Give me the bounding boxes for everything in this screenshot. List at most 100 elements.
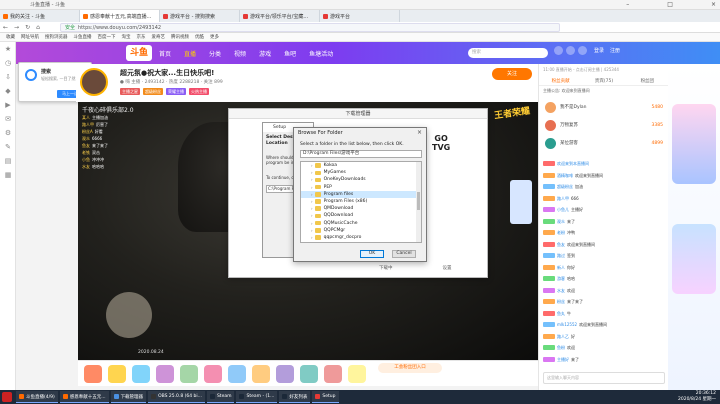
expand-arrow-icon[interactable]: › <box>311 169 313 176</box>
folder-item[interactable]: › QQDownload <box>301 212 421 219</box>
bookmark-item[interactable]: 百度一下 <box>98 34 116 40</box>
note-icon[interactable]: ▤ <box>0 154 16 168</box>
folder-item[interactable]: › MyGames <box>301 169 421 176</box>
bookmark-item[interactable]: 收藏 <box>6 34 15 40</box>
gift-icon[interactable] <box>276 364 294 383</box>
gift-icon[interactable] <box>180 364 198 383</box>
mail-icon[interactable]: ✉ <box>0 112 16 126</box>
folder-item[interactable]: › Program files <box>301 190 421 198</box>
room-tag[interactable]: 火热主播 <box>189 88 209 95</box>
start-button[interactable] <box>2 392 12 402</box>
browser-tab[interactable]: 感恩奉献十五元,高端直播... <box>80 10 160 22</box>
room-tag[interactable]: 主播之星 <box>120 88 140 95</box>
settings-icon[interactable]: ⚙ <box>0 126 16 140</box>
expand-arrow-icon[interactable]: › <box>311 234 313 241</box>
bookmark-item[interactable]: 爱奇艺 <box>152 34 166 40</box>
nav-item[interactable]: 鱼塘活动 <box>309 49 333 58</box>
rank-tab[interactable]: 贵宾(75) <box>582 78 625 84</box>
back-icon[interactable]: ← <box>3 24 8 31</box>
expand-arrow-icon[interactable]: › <box>311 191 313 198</box>
browser-tab[interactable]: 游戏平台/领乐平台/宝藏... <box>240 10 320 22</box>
download-settings[interactable]: 设置 <box>443 265 452 271</box>
side-promo[interactable] <box>510 180 532 224</box>
expand-arrow-icon[interactable]: › <box>311 212 313 219</box>
chat-username[interactable]: 老粉 <box>557 227 565 239</box>
rank-row[interactable]: 万物复苏 3385 <box>539 116 669 134</box>
chat-input[interactable]: 这里输入聊天内容 <box>543 372 665 384</box>
login-link[interactable]: 登录 <box>594 47 604 54</box>
douyu-logo[interactable]: 斗鱼 <box>126 45 152 61</box>
history-icon[interactable]: ◷ <box>0 56 16 70</box>
ad-banner-top[interactable] <box>672 104 716 184</box>
folder-item[interactable]: › QQPCMgr <box>301 227 421 234</box>
taskbar-item[interactable]: 斗鱼直播(4/9) <box>16 391 58 403</box>
gift-icon[interactable] <box>252 364 270 383</box>
folder-path-field[interactable]: D:\Program Files\游戏平台 <box>300 150 422 158</box>
expand-arrow-icon[interactable]: › <box>311 176 313 183</box>
taskbar-item[interactable]: Steam <box>206 391 235 403</box>
expand-arrow-icon[interactable]: › <box>311 205 313 212</box>
anchor-avatar[interactable] <box>80 68 108 96</box>
folder-item[interactable]: › Program Files (x86) <box>301 198 421 205</box>
folder-item[interactable]: › QMDownload <box>301 205 421 212</box>
chat-username[interactable]: 鱼粉 <box>557 342 565 354</box>
chat-username[interactable]: mlk12552 <box>557 319 577 331</box>
douyu-search-input[interactable]: 搜索 <box>468 48 548 58</box>
home-icon[interactable]: ⌂ <box>36 24 40 31</box>
subscribe-hint[interactable]: 11:00 直播开始 - 点击订阅主播 | 425344 <box>543 67 619 73</box>
message-icon[interactable] <box>578 46 587 55</box>
taskbar-item[interactable]: OBS 25.0.8 (64 bi... <box>148 391 205 403</box>
nav-item[interactable]: 首页 <box>159 49 171 58</box>
gift-icon[interactable] <box>300 364 318 383</box>
taskbar-item[interactable]: 感恩奉献十五元... <box>59 391 109 403</box>
folder-item[interactable]: › QQMusicCache <box>301 220 421 227</box>
expand-arrow-icon[interactable]: › <box>311 198 313 205</box>
chat-username[interactable]: 路人乙 <box>557 331 569 343</box>
folder-item[interactable]: › PEP <box>301 184 421 191</box>
chat-username[interactable]: 水友 <box>557 285 565 297</box>
bookmark-item[interactable]: 更多 <box>210 34 219 40</box>
chat-username[interactable]: 观众 <box>557 216 565 228</box>
history-icon[interactable] <box>554 46 563 55</box>
star-icon[interactable]: ★ <box>0 42 16 56</box>
rank-row[interactable]: 某位游客 4899 <box>539 134 669 152</box>
chat-username[interactable]: 粉丝 <box>557 296 565 308</box>
browser-tab[interactable]: 我的关注 - 斗鱼 <box>0 10 80 22</box>
forward-icon[interactable]: → <box>14 24 19 31</box>
browser-tab[interactable]: 游戏平台 - 搜狗搜索 <box>160 10 240 22</box>
bookmark-item[interactable]: 网址导航 <box>21 34 39 40</box>
gift-icon[interactable] <box>84 364 102 383</box>
nav-item[interactable]: 直播 <box>184 49 196 58</box>
chat-username[interactable]: 主播好 <box>557 354 569 366</box>
tool-icon[interactable]: ✎ <box>0 140 16 154</box>
rank-row[interactable]: 我不是Dylan 5480 <box>539 98 669 116</box>
taskbar-item[interactable]: 下载管理器 <box>110 391 147 403</box>
cancel-button[interactable]: Cancel <box>392 250 416 258</box>
folder-item[interactable]: › qqpcmgr_docpro <box>301 234 421 241</box>
register-link[interactable]: 注册 <box>610 47 620 54</box>
nav-item[interactable]: 游戏 <box>259 49 271 58</box>
url-input[interactable]: 安全 https://www.douyu.com/2493142 <box>60 23 560 32</box>
bookmark-item[interactable]: 京东 <box>137 34 146 40</box>
gift-icon[interactable] <box>132 364 150 383</box>
bookmark-item[interactable]: 腾讯视频 <box>171 34 189 40</box>
expand-arrow-icon[interactable]: › <box>311 162 313 169</box>
rank-tab[interactable]: 粉丝贡献 <box>539 78 582 84</box>
game-icon[interactable]: ◆ <box>0 84 16 98</box>
close-icon[interactable]: × <box>417 129 422 136</box>
close-icon[interactable]: × <box>711 1 716 8</box>
bookmark-item[interactable]: 搜狗浏览器 <box>45 34 68 40</box>
chat-username[interactable]: 小鱼儿 <box>557 204 569 216</box>
chat-username[interactable]: 鱼丸 <box>557 308 565 320</box>
gift-icon[interactable] <box>228 364 246 383</box>
system-tray-clock[interactable]: 20:36:12 2020/8/24 星期一 <box>678 391 716 403</box>
chat-username[interactable]: 路人甲 <box>557 193 569 205</box>
bookmark-item[interactable]: 斗鱼直播 <box>74 34 92 40</box>
gift-icon[interactable] <box>204 364 222 383</box>
chat-username[interactable]: 鱼友 <box>557 239 565 251</box>
chat-username[interactable]: 酒精咖啡 <box>557 170 573 182</box>
bookmark-item[interactable]: 淘宝 <box>122 34 131 40</box>
refresh-icon[interactable]: ↻ <box>25 24 30 31</box>
download-icon[interactable]: ⇩ <box>0 70 16 84</box>
expand-arrow-icon[interactable]: › <box>311 184 313 191</box>
